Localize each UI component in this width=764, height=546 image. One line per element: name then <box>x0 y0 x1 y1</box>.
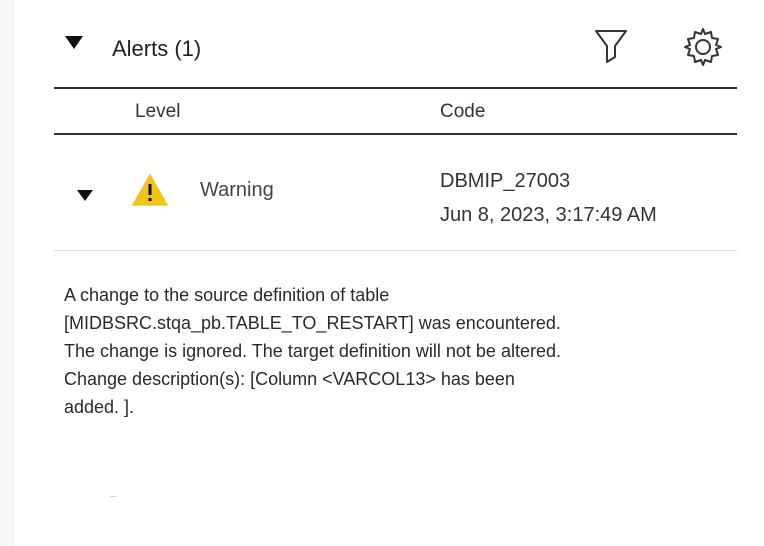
column-header-level[interactable]: Level <box>135 101 180 123</box>
alerts-title: Alerts (1) <box>112 36 202 61</box>
left-rail <box>0 0 14 546</box>
alert-level: Warning <box>200 179 274 201</box>
alert-row[interactable]: Warning DBMIP_27003 Jun 8, 2023, 3:17:49… <box>54 135 737 251</box>
caret-down-icon[interactable] <box>74 185 96 205</box>
alert-code: DBMIP_27003 <box>440 170 571 192</box>
alert-time: Jun 8, 2023, 3:17:49 AM <box>440 204 657 226</box>
divider <box>110 496 117 497</box>
warning-icon <box>130 172 170 208</box>
alerts-header: Alerts (1) <box>54 20 737 80</box>
alerts-panel: Alerts (1) Level Code Warning DBMIP_2700… <box>54 0 737 546</box>
alert-message: A change to the source definition of tab… <box>64 285 561 417</box>
table-header: Level Code <box>54 87 737 135</box>
column-header-code[interactable]: Code <box>440 101 485 123</box>
filter-icon[interactable] <box>591 26 631 68</box>
gear-icon[interactable] <box>680 24 726 70</box>
caret-down-icon[interactable] <box>62 30 86 54</box>
